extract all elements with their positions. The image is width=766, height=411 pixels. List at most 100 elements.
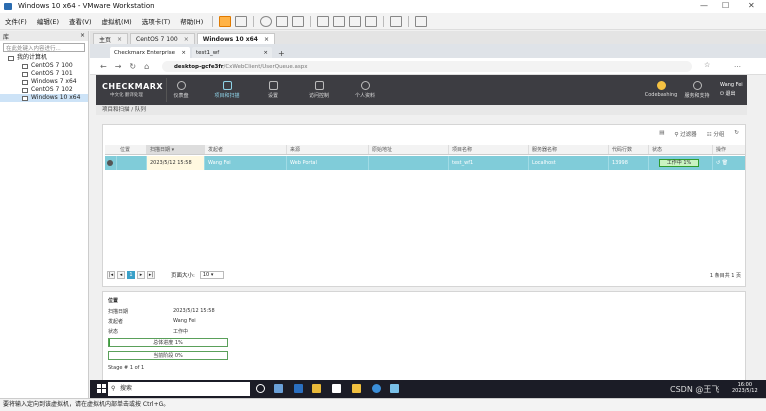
more-icon[interactable]: …	[734, 61, 741, 69]
app-icon[interactable]	[372, 384, 381, 393]
revert-snapshot-icon[interactable]	[276, 15, 289, 27]
send-keys-icon[interactable]	[235, 15, 248, 27]
menu-help[interactable]: 帮助(H)	[175, 16, 208, 26]
home-icon[interactable]: ⌂	[144, 62, 149, 71]
col-initiator[interactable]: 发起者	[205, 145, 287, 154]
thumbnail-view-icon[interactable]	[333, 15, 346, 27]
logout-link[interactable]: ⏻ 退出	[720, 90, 736, 97]
prev-page-button[interactable]: ◂	[117, 271, 125, 279]
globe-icon	[692, 81, 702, 90]
toolbar-separator	[383, 15, 385, 27]
col-project[interactable]: 项目名称	[449, 145, 529, 154]
last-page-button[interactable]: ▸|	[147, 271, 155, 279]
pause-icon[interactable]	[219, 15, 232, 27]
close-tab-icon[interactable]: ×	[263, 50, 268, 56]
menu-vm[interactable]: 虚拟机(M)	[97, 16, 137, 26]
tree-item-vm-selected[interactable]: Windows 10 x64	[0, 94, 88, 102]
close-tab-icon[interactable]: ×	[264, 36, 269, 43]
fullscreen-icon[interactable]	[349, 15, 362, 27]
library-view-icon[interactable]	[317, 15, 330, 27]
library-close-icon[interactable]: ×	[80, 32, 85, 40]
nav-dashboard[interactable]: 仪表盘	[158, 75, 204, 105]
forward-icon[interactable]: →	[115, 62, 122, 71]
grid-toolbar: ▤ ⚲ 过滤器 ☷ 分组 ↻	[659, 130, 739, 138]
nav-projects-scans[interactable]: 项目和扫描	[204, 75, 250, 105]
col-actions: 操作	[716, 147, 727, 153]
new-tab-button[interactable]: +	[278, 49, 285, 58]
edge-icon[interactable]	[294, 384, 303, 393]
total-count: 1 条目共 1 页	[709, 273, 741, 279]
user-name[interactable]: Wang Fei	[720, 82, 743, 88]
menu-view[interactable]: 查看(V)	[64, 16, 97, 26]
cell-loc: 13998	[609, 156, 649, 170]
browser-tab-checkmarx[interactable]: Checkmarx Enterprise ×	[110, 47, 190, 58]
back-icon[interactable]: ←	[100, 62, 107, 71]
menu-edit[interactable]: 编辑(E)	[32, 16, 64, 26]
favorite-icon[interactable]: ☆	[704, 61, 710, 69]
tree-item-vm[interactable]: CentOS 7 100	[0, 62, 88, 70]
col-status[interactable]: 状态	[649, 145, 713, 154]
export-icon[interactable]: ▤	[659, 130, 664, 138]
vm-icon	[22, 79, 28, 85]
snapshot-manager-icon[interactable]	[292, 15, 305, 27]
browser-tab-test[interactable]: test1_wf ×	[192, 47, 272, 58]
table-row[interactable]: 2023/5/12 15:58 Wang Fei Web Portal test…	[105, 156, 745, 170]
close-tab-icon[interactable]: ×	[184, 36, 189, 43]
task-view-icon[interactable]	[256, 384, 265, 393]
stretch-icon[interactable]	[415, 15, 428, 27]
delete-icon[interactable]: 🗑	[722, 160, 728, 166]
tree-item-vm[interactable]: Windows 7 x64	[0, 78, 88, 86]
tab-centos-100[interactable]: CentOS 7 100 ×	[130, 33, 195, 44]
col-server[interactable]: 服务器名称	[529, 145, 609, 154]
current-page[interactable]: 1	[127, 271, 135, 279]
first-page-button[interactable]: |◂	[107, 271, 115, 279]
detail-value: Wang Fei	[173, 318, 196, 324]
widgets-icon[interactable]	[274, 384, 283, 393]
nav-settings[interactable]: 设置	[250, 75, 296, 105]
close-icon[interactable]: ✕	[748, 1, 755, 10]
col-origin-url[interactable]: 原始地址	[369, 145, 449, 154]
next-page-button[interactable]: ▸	[137, 271, 145, 279]
store-icon[interactable]	[332, 384, 341, 393]
vm-icon	[22, 87, 28, 93]
col-scan-date[interactable]: 扫描日期 ▾	[147, 145, 205, 154]
group-button[interactable]: ☷ 分组	[707, 130, 725, 138]
menu-tabs[interactable]: 选项卡(T)	[137, 16, 176, 26]
taskbar-search[interactable]: ⚲ 搜索	[108, 382, 250, 396]
unity-icon[interactable]	[365, 15, 378, 27]
file-explorer-icon[interactable]	[312, 384, 321, 393]
snapshot-icon[interactable]	[260, 15, 273, 27]
app-icon[interactable]	[390, 384, 399, 393]
library-search-input[interactable]: 在此处键入内容进行...	[3, 43, 85, 52]
nav-profile[interactable]: 个人资料	[342, 75, 388, 105]
toolbar-separator	[212, 15, 214, 27]
close-tab-icon[interactable]: ×	[117, 36, 122, 43]
maximize-icon[interactable]: ☐	[722, 1, 729, 10]
taskbar-clock[interactable]: 16:00 2023/5/12	[732, 382, 758, 394]
close-tab-icon[interactable]: ×	[181, 50, 186, 56]
scan-icon	[222, 81, 232, 90]
folder-icon[interactable]	[352, 384, 361, 393]
tree-root-my-computer[interactable]: 我的计算机	[0, 54, 88, 62]
nav-label: 项目和扫描	[214, 93, 240, 99]
page-size-select[interactable]: 10 ▾	[199, 271, 224, 279]
tab-windows-10[interactable]: Windows 10 x64 ×	[196, 33, 275, 44]
menu-file[interactable]: 文件(F)	[0, 16, 32, 26]
nav-access-control[interactable]: 访问控制	[296, 75, 342, 105]
col-position[interactable]: 位置	[117, 145, 147, 154]
col-loc[interactable]: 代码行数	[609, 145, 649, 154]
refresh-grid-icon[interactable]: ↻	[734, 130, 739, 138]
refresh-icon[interactable]: ↻	[129, 62, 136, 71]
stage-label: Stage # 1 of 1	[108, 365, 145, 371]
filter-button[interactable]: ⚲ 过滤器	[674, 130, 696, 138]
console-icon[interactable]	[390, 15, 403, 27]
minimize-icon[interactable]: —	[700, 1, 708, 10]
windows-start-icon[interactable]	[97, 384, 106, 393]
col-origin[interactable]: 来源	[287, 145, 369, 154]
tree-item-vm[interactable]: CentOS 7 102	[0, 86, 88, 94]
tree-item-vm[interactable]: CentOS 7 101	[0, 70, 88, 78]
tab-home[interactable]: 主页 ×	[93, 33, 129, 44]
retry-icon[interactable]: ↺	[716, 160, 720, 166]
nav-support[interactable]: 服务和支持	[674, 75, 720, 105]
url-field[interactable]: desktop-gcfe3fr/CxWebClient/UserQueue.as…	[162, 61, 692, 72]
